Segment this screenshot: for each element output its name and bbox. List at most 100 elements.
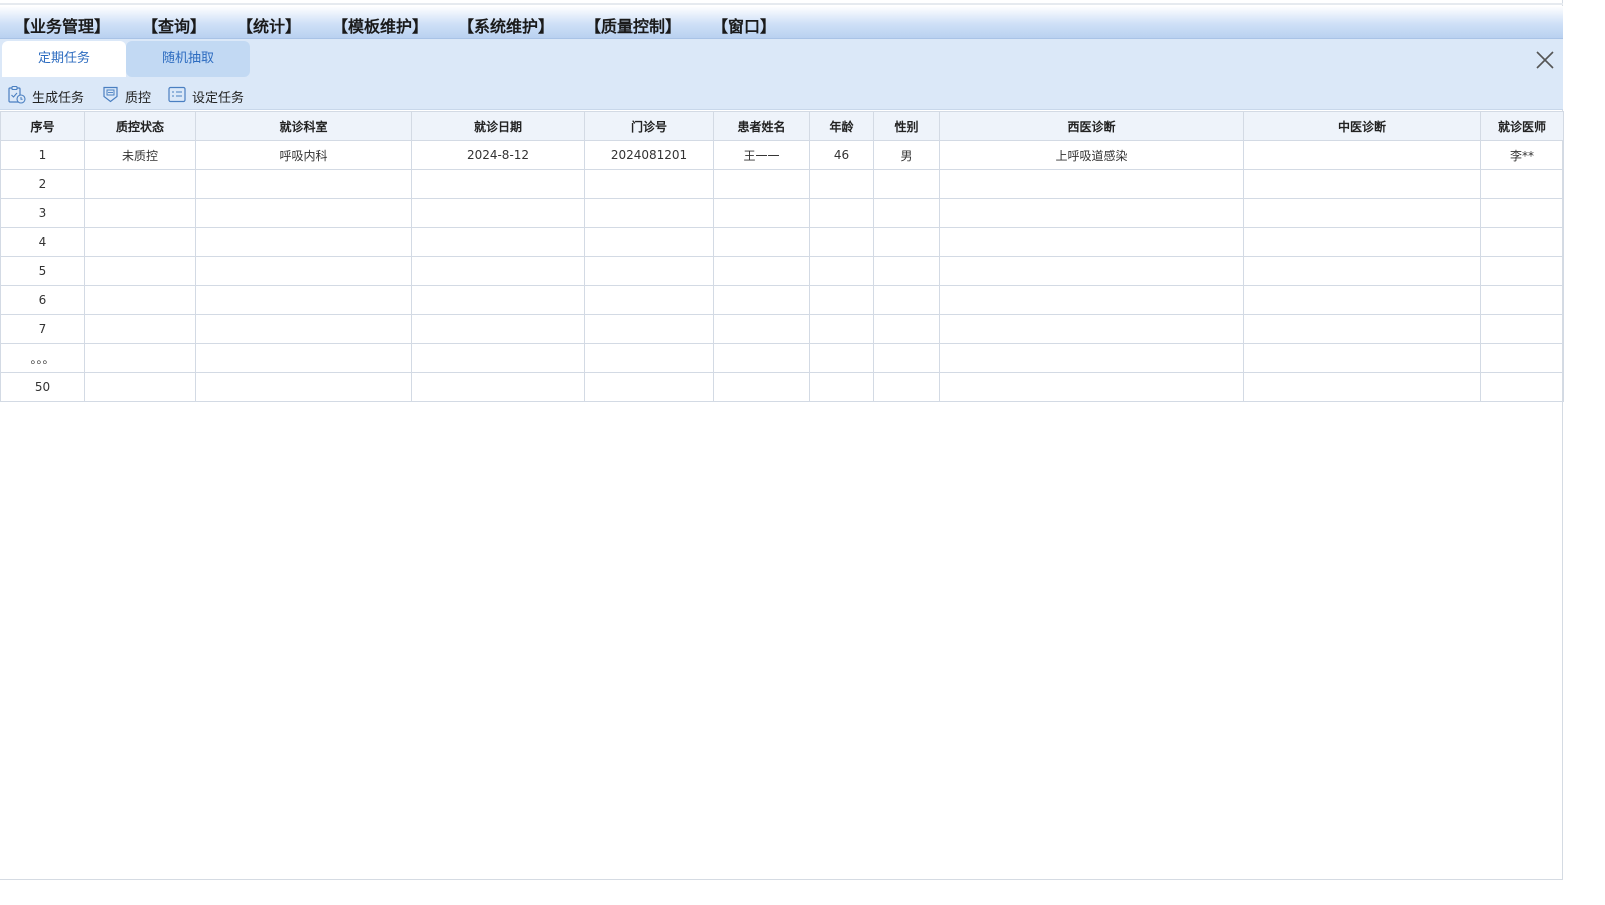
tab-random-sample[interactable]: 随机抽取 <box>126 41 250 77</box>
col-header-age[interactable]: 年龄 <box>809 111 874 141</box>
cell-index: 3 <box>0 198 85 228</box>
cell-doctor <box>1480 256 1564 286</box>
cell-department <box>195 285 412 315</box>
cell-department <box>195 372 412 402</box>
cell-gender <box>873 372 940 402</box>
cell-age: 46 <box>809 140 874 170</box>
cell-doctor <box>1480 227 1564 257</box>
generate-task-button[interactable]: 生成任务 <box>7 85 84 108</box>
menu-business[interactable]: 【业务管理】 <box>14 13 110 37</box>
cell-western-diagnosis <box>939 343 1244 373</box>
qc-button[interactable]: 质控 <box>102 86 151 106</box>
cell-gender: 男 <box>873 140 940 170</box>
cell-visit-date <box>411 227 585 257</box>
menu-window[interactable]: 【窗口】 <box>712 13 776 37</box>
cell-department <box>195 227 412 257</box>
close-icon[interactable] <box>1533 48 1557 72</box>
col-header-outpatient-no[interactable]: 门诊号 <box>584 111 714 141</box>
cell-department <box>195 198 412 228</box>
col-header-gender[interactable]: 性别 <box>873 111 940 141</box>
cell-visit-date: 2024-8-12 <box>411 140 585 170</box>
menu-quality[interactable]: 【质量控制】 <box>585 13 681 37</box>
cell-gender <box>873 285 940 315</box>
cell-department: 呼吸内科 <box>195 140 412 170</box>
col-header-patient-name[interactable]: 患者姓名 <box>713 111 810 141</box>
table-row[interactable]: 3 <box>0 198 1564 228</box>
cell-outpatient-no: 2024081201 <box>584 140 714 170</box>
menu-template[interactable]: 【模板维护】 <box>332 13 428 37</box>
cell-gender <box>873 169 940 199</box>
cell-patient-name <box>713 285 810 315</box>
cell-patient-name <box>713 314 810 344</box>
cell-gender <box>873 314 940 344</box>
col-header-western-diagnosis[interactable]: 西医诊断 <box>939 111 1244 141</box>
cell-patient-name <box>713 198 810 228</box>
cell-index: 5 <box>0 256 85 286</box>
cell-doctor <box>1480 372 1564 402</box>
table-row[interactable]: 50 <box>0 372 1564 402</box>
set-task-button[interactable]: 设定任务 <box>168 86 244 106</box>
cell-tcm-diagnosis <box>1243 372 1481 402</box>
col-header-qc-status[interactable]: 质控状态 <box>84 111 196 141</box>
cell-outpatient-no <box>584 285 714 315</box>
cell-department <box>195 343 412 373</box>
table-row[interactable]: 1 未质控 呼吸内科 2024-8-12 2024081201 王一一 46 男上呼吸道感染 李… <box>0 140 1564 170</box>
cell-doctor <box>1480 314 1564 344</box>
cell-visit-date <box>411 314 585 344</box>
cell-western-diagnosis <box>939 314 1244 344</box>
cell-outpatient-no <box>584 169 714 199</box>
col-header-tcm-diagnosis[interactable]: 中医诊断 <box>1243 111 1481 141</box>
toolbar: 生成任务 质控 设定任务 <box>0 81 1563 110</box>
cell-western-diagnosis <box>939 198 1244 228</box>
cell-index: 4 <box>0 227 85 257</box>
cell-tcm-diagnosis <box>1243 343 1481 373</box>
cell-outpatient-no <box>584 227 714 257</box>
cell-age <box>809 314 874 344</box>
col-header-doctor[interactable]: 就诊医师 <box>1480 111 1564 141</box>
col-header-visit-date[interactable]: 就诊日期 <box>411 111 585 141</box>
cell-patient-name <box>713 169 810 199</box>
cell-tcm-diagnosis <box>1243 198 1481 228</box>
cell-patient-name <box>713 343 810 373</box>
cell-visit-date <box>411 285 585 315</box>
col-header-department[interactable]: 就诊科室 <box>195 111 412 141</box>
table-row[interactable]: 2 <box>0 169 1564 199</box>
menu-bar: 【业务管理】 【查询】 【统计】 【模板维护】 【系统维护】 【质量控制】 【窗… <box>0 6 1563 39</box>
cell-age <box>809 372 874 402</box>
cell-outpatient-no <box>584 314 714 344</box>
cell-index: 50 <box>0 372 85 402</box>
cell-tcm-diagnosis <box>1243 256 1481 286</box>
cell-qc-status <box>84 169 196 199</box>
cell-tcm-diagnosis <box>1243 227 1481 257</box>
cell-department <box>195 314 412 344</box>
cell-index: 1 <box>0 140 85 170</box>
cell-patient-name <box>713 227 810 257</box>
cell-age <box>809 169 874 199</box>
tab-strip: 定期任务 随机抽取 <box>0 39 1563 81</box>
cell-western-diagnosis <box>939 169 1244 199</box>
col-header-index[interactable]: 序号 <box>0 111 85 141</box>
cell-doctor <box>1480 169 1564 199</box>
cell-doctor <box>1480 343 1564 373</box>
cell-department <box>195 169 412 199</box>
table-row[interactable]: 7 <box>0 314 1564 344</box>
cell-qc-status <box>84 227 196 257</box>
tab-periodic-task[interactable]: 定期任务 <box>2 41 126 77</box>
menu-query[interactable]: 【查询】 <box>142 13 206 37</box>
menu-statistics[interactable]: 【统计】 <box>237 13 301 37</box>
clipboard-clock-icon <box>7 85 32 108</box>
cell-gender <box>873 343 940 373</box>
cell-department <box>195 256 412 286</box>
badge-icon <box>102 86 125 107</box>
table-row[interactable]: 4 <box>0 227 1564 257</box>
set-task-label: 设定任务 <box>192 90 245 106</box>
menu-system[interactable]: 【系统维护】 <box>458 13 554 37</box>
table-row[interactable]: 。。。 <box>0 343 1564 373</box>
cell-outpatient-no <box>584 198 714 228</box>
cell-qc-status <box>84 285 196 315</box>
task-table: 序号 质控状态 就诊科室 就诊日期 门诊号 患者姓名 年龄 性别 西医诊断 中医… <box>0 111 1564 402</box>
table-row[interactable]: 6 <box>0 285 1564 315</box>
cell-outpatient-no <box>584 343 714 373</box>
cell-qc-status <box>84 314 196 344</box>
table-row[interactable]: 5 <box>0 256 1564 286</box>
